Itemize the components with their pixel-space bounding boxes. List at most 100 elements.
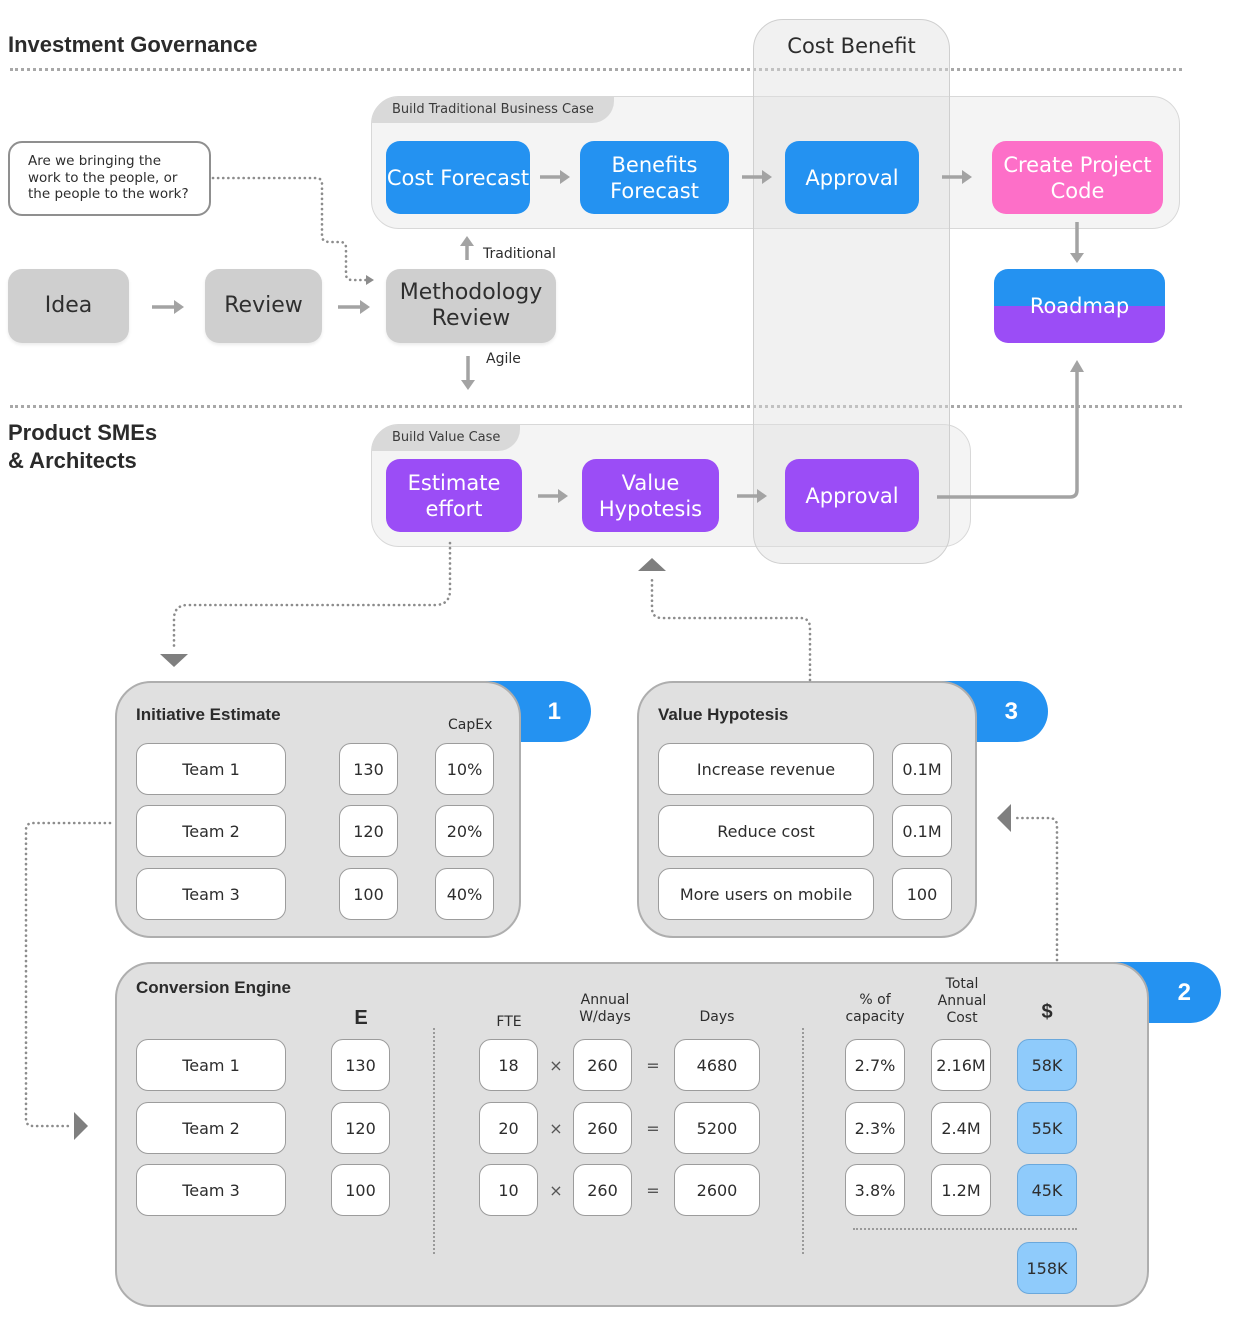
arrow-right-icon (152, 300, 184, 314)
arrow-up-icon (460, 236, 474, 260)
estimate-effort-node[interactable]: Estimate effort (386, 459, 522, 532)
estimate-cell[interactable]: 130 (331, 1039, 390, 1091)
capex-cell[interactable]: 10% (435, 743, 494, 795)
estimate-cell[interactable]: 120 (339, 805, 398, 857)
value-case-tab: Build Value Case (372, 425, 521, 451)
value-amount-cell[interactable]: 100 (892, 868, 952, 920)
section-divider (10, 68, 1182, 71)
annual-wdays-header: Annual W/days (579, 992, 631, 1025)
dotted-connector (24, 821, 112, 1128)
value-hypothesis-title: Value Hypotesis (658, 705, 789, 724)
section-title-line: Product SMEs (8, 420, 158, 445)
pct-capacity-header: % of capacity (845, 992, 905, 1025)
section-title-line: & Architects (8, 448, 137, 473)
team-name-cell[interactable]: Team 1 (136, 1039, 286, 1091)
annual-cost-cell[interactable]: 2.16M (931, 1039, 991, 1091)
days-cell[interactable]: 2600 (674, 1164, 760, 1216)
agile-path-label: Agile (486, 351, 521, 367)
methodology-review-node[interactable]: Methodology Review (386, 269, 556, 343)
roadmap-node[interactable]: Roadmap (994, 269, 1165, 343)
multiply-symbol: × (549, 1119, 563, 1138)
review-node[interactable]: Review (205, 269, 322, 343)
fte-cell[interactable]: 10 (479, 1164, 538, 1216)
column-separator (433, 1028, 435, 1254)
pct-capacity-cell[interactable]: 2.7% (845, 1039, 905, 1091)
dollars-header: $ (1041, 1001, 1053, 1023)
dotted-connector (1014, 816, 1059, 962)
fte-cell[interactable]: 18 (479, 1039, 538, 1091)
arrow-down-icon (461, 356, 475, 390)
value-label-cell[interactable]: Reduce cost (658, 805, 874, 857)
idea-node[interactable]: Idea (8, 269, 129, 343)
value-amount-cell[interactable]: 0.1M (892, 805, 952, 857)
column-separator (802, 1028, 804, 1254)
capex-cell[interactable]: 20% (435, 805, 494, 857)
days-header: Days (699, 1009, 735, 1025)
dollar-cell[interactable]: 58K (1017, 1039, 1077, 1091)
wdays-cell[interactable]: 260 (573, 1164, 632, 1216)
estimate-header: E (354, 1007, 368, 1029)
dotted-connector (650, 574, 812, 682)
dotted-connector (172, 541, 452, 650)
multiply-symbol: × (549, 1056, 563, 1075)
total-divider (853, 1228, 1077, 1230)
question-note: Are we bringing the work to the people, … (8, 141, 211, 216)
dollar-cell[interactable]: 55K (1017, 1102, 1077, 1154)
fte-header: FTE (496, 1014, 522, 1030)
section-title-product-smes: Product SMEs & Architects (8, 419, 157, 475)
fte-cell[interactable]: 20 (479, 1102, 538, 1154)
equals-symbol: = (646, 1181, 660, 1200)
conversion-engine-title: Conversion Engine (136, 978, 291, 997)
arrow-right-icon (338, 300, 370, 314)
cost-forecast-node[interactable]: Cost Forecast (386, 141, 530, 214)
create-project-code-node[interactable]: Create Project Code (992, 141, 1163, 214)
initiative-estimate-panel: Initiative Estimate CapEx Team 1 130 10%… (115, 681, 521, 938)
estimate-cell[interactable]: 100 (339, 868, 398, 920)
capex-cell[interactable]: 40% (435, 868, 494, 920)
pct-capacity-cell[interactable]: 3.8% (845, 1164, 905, 1216)
days-cell[interactable]: 5200 (674, 1102, 760, 1154)
estimate-cell[interactable]: 120 (331, 1102, 390, 1154)
team-name-cell[interactable]: Team 2 (136, 805, 286, 857)
arrowhead-up-icon (638, 558, 666, 571)
conversion-engine-panel: Conversion Engine E FTE Annual W/days Da… (115, 962, 1149, 1307)
team-name-cell[interactable]: Team 1 (136, 743, 286, 795)
total-annual-cost-header: Total Annual Cost (937, 976, 987, 1026)
arrowhead-icon (366, 275, 374, 285)
value-label-cell[interactable]: Increase revenue (658, 743, 874, 795)
initiative-estimate-title: Initiative Estimate (136, 705, 281, 724)
value-hypothesis-node[interactable]: Value Hypotesis (582, 459, 719, 532)
value-amount-cell[interactable]: 0.1M (892, 743, 952, 795)
annual-cost-cell[interactable]: 1.2M (931, 1164, 991, 1216)
cost-benefit-label: Cost Benefit (787, 34, 916, 58)
section-title-investment-governance: Investment Governance (8, 32, 258, 57)
benefits-forecast-node[interactable]: Benefits Forecast (580, 141, 729, 214)
capex-header: CapEx (448, 717, 493, 733)
value-label-cell[interactable]: More users on mobile (658, 868, 874, 920)
equals-symbol: = (646, 1119, 660, 1138)
arrowhead-left-icon (997, 804, 1011, 832)
section-divider (10, 405, 1182, 408)
multiply-symbol: × (549, 1181, 563, 1200)
wdays-cell[interactable]: 260 (573, 1102, 632, 1154)
pct-capacity-cell[interactable]: 2.3% (845, 1102, 905, 1154)
team-name-cell[interactable]: Team 3 (136, 868, 286, 920)
team-name-cell[interactable]: Team 2 (136, 1102, 286, 1154)
estimate-cell[interactable]: 130 (339, 743, 398, 795)
value-hypothesis-panel: Value Hypotesis Increase revenue 0.1M Re… (637, 681, 977, 938)
wdays-cell[interactable]: 260 (573, 1039, 632, 1091)
total-dollar-cell[interactable]: 158K (1017, 1242, 1077, 1294)
arrowhead-right-icon (74, 1112, 88, 1140)
dotted-connector (211, 176, 368, 282)
dollar-cell[interactable]: 45K (1017, 1164, 1077, 1216)
traditional-business-case-tab: Build Traditional Business Case (372, 97, 614, 123)
estimate-cell[interactable]: 100 (331, 1164, 390, 1216)
traditional-path-label: Traditional (483, 246, 556, 262)
team-name-cell[interactable]: Team 3 (136, 1164, 286, 1216)
equals-symbol: = (646, 1056, 660, 1075)
days-cell[interactable]: 4680 (674, 1039, 760, 1091)
value-approval-node[interactable]: Approval (785, 459, 919, 532)
annual-cost-cell[interactable]: 2.4M (931, 1102, 991, 1154)
arrowhead-down-icon (160, 654, 188, 667)
traditional-approval-node[interactable]: Approval (785, 141, 919, 214)
